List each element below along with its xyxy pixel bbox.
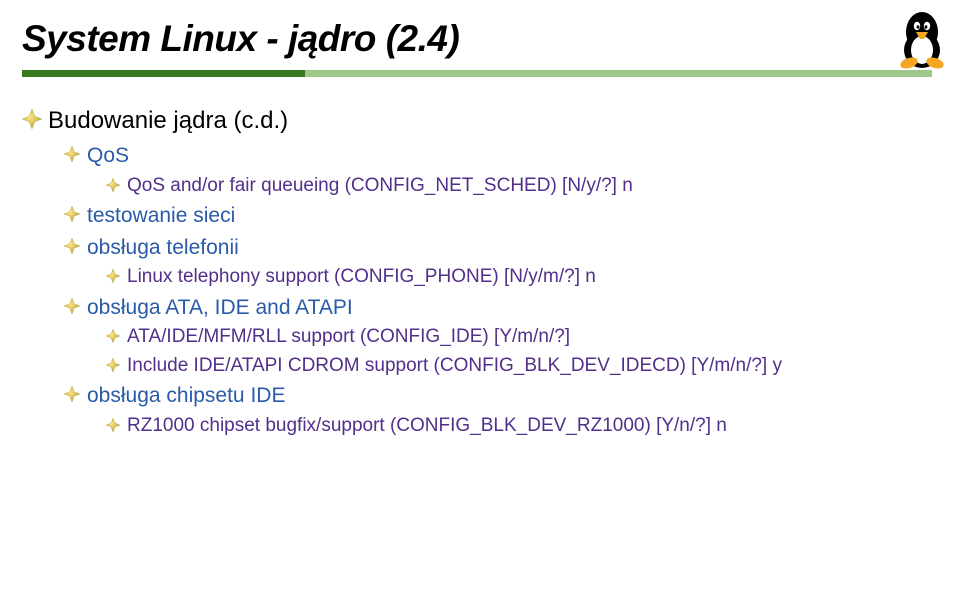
star-bullet-icon bbox=[64, 206, 80, 222]
bullet-text: obsługa chipsetu IDE bbox=[87, 381, 285, 410]
bullet-level-1: Budowanie jądra (c.d.) bbox=[22, 105, 960, 137]
bullet-level-3: Linux telephony support (CONFIG_PHONE) [… bbox=[106, 264, 960, 291]
bullet-level-3: Include IDE/ATAPI CDROM support (CONFIG_… bbox=[106, 353, 960, 380]
bullet-level-2: obsługa ATA, IDE and ATAPI bbox=[64, 293, 960, 322]
star-bullet-icon bbox=[64, 146, 80, 162]
bullet-level-2: obsługa chipsetu IDE bbox=[64, 381, 960, 410]
bullet-text: ATA/IDE/MFM/RLL support (CONFIG_IDE) [Y/… bbox=[127, 324, 570, 351]
bullet-text: obsługa telefonii bbox=[87, 233, 239, 262]
star-bullet-icon bbox=[106, 358, 120, 372]
bullet-level-3: ATA/IDE/MFM/RLL support (CONFIG_IDE) [Y/… bbox=[106, 324, 960, 351]
bullet-text: Linux telephony support (CONFIG_PHONE) [… bbox=[127, 264, 596, 291]
slide-content: Budowanie jądra (c.d.) QoS QoS and/or fa… bbox=[0, 77, 960, 439]
star-bullet-icon bbox=[64, 386, 80, 402]
bullet-level-2: QoS bbox=[64, 141, 960, 170]
star-bullet-icon bbox=[64, 298, 80, 314]
tux-icon bbox=[894, 6, 950, 70]
bullet-text: QoS and/or fair queueing (CONFIG_NET_SCH… bbox=[127, 173, 633, 200]
bullet-level-2: obsługa telefonii bbox=[64, 233, 960, 262]
bullet-text: RZ1000 chipset bugfix/support (CONFIG_BL… bbox=[127, 413, 727, 440]
bullet-text: testowanie sieci bbox=[87, 201, 235, 230]
bullet-text: QoS bbox=[87, 141, 129, 170]
bullet-level-2: testowanie sieci bbox=[64, 201, 960, 230]
star-bullet-icon bbox=[64, 238, 80, 254]
star-bullet-icon bbox=[106, 178, 120, 192]
bullet-text: Budowanie jądra (c.d.) bbox=[48, 105, 288, 137]
star-bullet-icon bbox=[106, 269, 120, 283]
title-underline bbox=[22, 70, 932, 77]
slide-title: System Linux - jądro (2.4) bbox=[22, 18, 960, 60]
bullet-level-3: RZ1000 chipset bugfix/support (CONFIG_BL… bbox=[106, 413, 960, 440]
star-bullet-icon bbox=[22, 109, 42, 129]
bullet-text: obsługa ATA, IDE and ATAPI bbox=[87, 293, 353, 322]
bullet-level-3: QoS and/or fair queueing (CONFIG_NET_SCH… bbox=[106, 173, 960, 200]
star-bullet-icon bbox=[106, 418, 120, 432]
bullet-text: Include IDE/ATAPI CDROM support (CONFIG_… bbox=[127, 353, 782, 380]
star-bullet-icon bbox=[106, 329, 120, 343]
